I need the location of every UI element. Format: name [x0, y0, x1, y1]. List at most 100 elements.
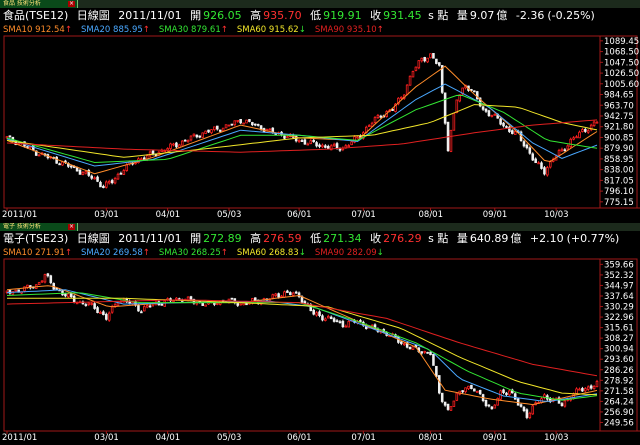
- candle-body: [172, 143, 175, 146]
- candle-body: [137, 304, 140, 312]
- candle-body: [90, 303, 93, 305]
- candle-body: [239, 303, 242, 306]
- candle-body: [449, 406, 453, 411]
- candle-body: [490, 115, 494, 118]
- y-tick-label: 337.64: [604, 292, 634, 302]
- candle-body: [140, 311, 143, 314]
- legend-sma10: SMA10 271.91↑: [3, 248, 72, 258]
- tab-food-analysis[interactable]: 食品 技術分析 ×: [0, 0, 78, 8]
- y-tick-label: 858.95: [604, 155, 634, 165]
- candle-body: [475, 390, 479, 393]
- low-label: 低: [310, 9, 322, 22]
- candle-body: [183, 139, 187, 142]
- tab-electronics-analysis[interactable]: 電子 技術分析 ×: [0, 223, 78, 231]
- x-tick-label: 09/01: [483, 433, 508, 443]
- legend-sma60: SMA60 915.62↓: [237, 25, 306, 35]
- candle-body: [119, 172, 123, 175]
- candle-body: [426, 351, 429, 354]
- candle-body: [315, 312, 318, 316]
- quote-date: 2011/11/01: [118, 9, 182, 22]
- candle-body: [14, 289, 18, 292]
- candle-body: [110, 305, 114, 313]
- sma-line-sma60: [7, 297, 598, 396]
- high-value: 276.59: [263, 232, 302, 245]
- y-tick-label: 900.85: [604, 133, 634, 143]
- candle-body: [102, 185, 105, 189]
- candle-body: [294, 291, 298, 294]
- legend-label: SMA30: [158, 248, 189, 258]
- close-value: 931.45: [383, 9, 422, 22]
- candle-body: [245, 119, 248, 124]
- candle-body: [519, 404, 523, 407]
- candle-body: [534, 158, 537, 164]
- y-tick-label: 963.70: [604, 101, 634, 111]
- candle-body: [195, 134, 199, 138]
- candle-body: [113, 178, 117, 184]
- x-tick-label: 08/01: [419, 433, 444, 443]
- chart-panel-food: 1089.45 1068.50 1047.50 1026.50 1005.60 984.6…: [0, 0, 640, 222]
- candle-body: [303, 301, 307, 304]
- candle-body: [581, 388, 584, 392]
- candle-body: [248, 119, 251, 122]
- candle-body: [379, 115, 383, 118]
- high-label: 高: [250, 9, 262, 22]
- low-value: 919.91: [323, 9, 362, 22]
- candle-body: [204, 130, 207, 134]
- candle-body: [180, 140, 184, 146]
- instrument-name: 電子(TSE23): [3, 232, 69, 245]
- candle-body: [84, 171, 88, 174]
- quote-info-line: 電子(TSE23) 日線圖 2011/11/01 開 272.89 高 276.59…: [3, 232, 624, 246]
- candle-body: [93, 303, 96, 309]
- change-percent: (+0.77%): [566, 232, 620, 245]
- candle-body: [251, 122, 254, 126]
- candle-body: [105, 313, 108, 320]
- legend-label: SMA90: [314, 25, 345, 35]
- close-icon[interactable]: ×: [68, 224, 75, 230]
- close-icon[interactable]: ×: [68, 1, 75, 7]
- y-tick-label: 1005.60: [604, 80, 639, 90]
- candle-body: [484, 108, 488, 112]
- x-tick-label: 09/01: [483, 210, 508, 220]
- legend-arrow-icon: ↑: [142, 248, 150, 258]
- candle-body: [160, 303, 164, 306]
- legend-arrow-icon: ↓: [376, 248, 384, 258]
- candle-body: [557, 150, 561, 156]
- candle-body: [37, 154, 41, 157]
- candle-body: [420, 57, 424, 62]
- candle-body: [67, 293, 70, 298]
- legend-label: SMA20: [80, 248, 111, 258]
- candle-body: [105, 181, 108, 188]
- candle-body: [502, 122, 505, 127]
- candle-body: [595, 121, 599, 124]
- candle-body: [347, 321, 351, 328]
- candle-body: [367, 125, 371, 128]
- candle-body: [43, 274, 47, 283]
- candle-body: [473, 388, 476, 392]
- candle-body: [46, 273, 50, 277]
- candle-body: [578, 388, 581, 391]
- candle-body: [192, 133, 196, 137]
- candle-body: [335, 143, 339, 149]
- plot-frame: [3, 35, 601, 209]
- sma-line-sma10: [6, 65, 598, 175]
- legend-sma10: SMA10 912.54↑: [3, 25, 72, 35]
- high-value: 935.70: [263, 9, 302, 22]
- candle-body: [525, 144, 529, 149]
- candle-body: [69, 165, 73, 168]
- volume-value: 640.89: [469, 232, 509, 245]
- x-tick-label: 06/01: [287, 433, 312, 443]
- candle-body: [72, 295, 76, 303]
- ma-legend: SMA10 912.54↑ SMA20 885.95↑ SMA30 879.61↑ S…: [3, 25, 393, 36]
- candle-body: [429, 351, 432, 356]
- candle-body: [315, 142, 318, 147]
- candle-body: [332, 143, 336, 147]
- candle-body: [432, 353, 435, 366]
- candle-body: [312, 139, 315, 143]
- legend-label: SMA30: [158, 25, 189, 35]
- legend-label: SMA20: [80, 25, 111, 35]
- candle-body: [522, 141, 526, 147]
- candle-body: [592, 385, 596, 390]
- legend-value: 885.95: [110, 25, 143, 35]
- candle-body: [201, 132, 204, 138]
- candle-body: [426, 57, 429, 63]
